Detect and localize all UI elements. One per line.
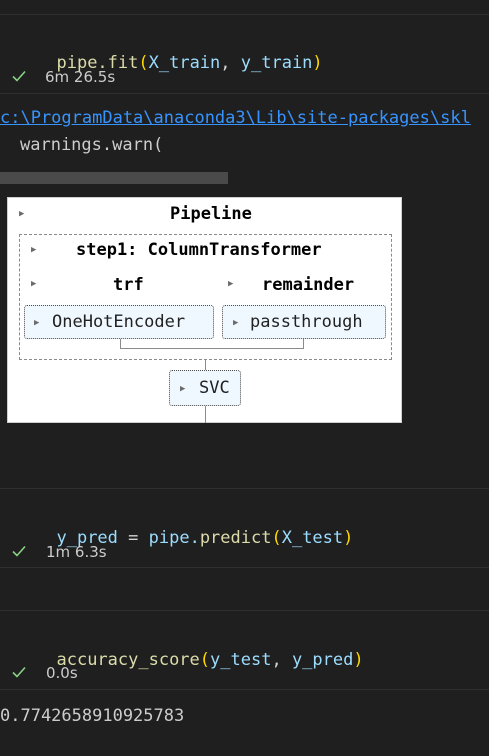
cell-separator — [0, 14, 489, 15]
expand-arrow-icon: ▶ — [233, 318, 239, 328]
check-icon — [12, 70, 26, 82]
expand-arrow-icon[interactable]: ▶ — [19, 209, 24, 219]
warning-call: warnings.warn( — [20, 135, 164, 155]
execution-time: 0.0s — [46, 664, 78, 682]
expand-arrow-icon[interactable]: ▶ — [228, 279, 233, 289]
passthrough-estimator[interactable]: ▶ passthrough — [222, 305, 386, 339]
expand-arrow-icon[interactable]: ▶ — [31, 279, 36, 289]
code-cell-accuracy[interactable]: accuracy_score(y_test, y_pred) — [36, 630, 363, 670]
execution-time: 6m 26.5s — [45, 68, 116, 86]
code-cell-predict[interactable]: y_pred = pipe.predict(X_test) — [36, 508, 353, 548]
trf-label[interactable]: trf — [113, 275, 144, 295]
pipeline-diagram: ▶ Pipeline ▶ step1: ColumnTransformer ▶ … — [7, 197, 402, 423]
warning-path-link[interactable]: c:\ProgramData\anaconda3\Lib\site-packag… — [0, 108, 471, 128]
accuracy-result: 0.7742658910925783 — [0, 706, 185, 726]
code-cell-fit[interactable]: pipe.fit(X_train, y_train) — [36, 33, 322, 73]
cell-separator — [0, 567, 489, 568]
pipeline-title[interactable]: Pipeline — [170, 204, 252, 224]
column-transformer-box: ▶ step1: ColumnTransformer ▶ trf ▶ remai… — [19, 234, 392, 360]
expand-arrow-icon: ▶ — [180, 384, 186, 394]
check-icon — [12, 666, 26, 678]
connector-line — [120, 348, 304, 349]
cell-separator — [0, 488, 489, 489]
expand-arrow-icon[interactable]: ▶ — [31, 245, 36, 255]
connector-line — [205, 406, 206, 423]
output-progress-bar — [0, 172, 228, 184]
svc-estimator[interactable]: ▶ SVC — [169, 370, 241, 406]
remainder-label[interactable]: remainder — [262, 275, 354, 295]
execution-time: 1m 6.3s — [46, 543, 107, 561]
cell-separator — [0, 689, 489, 690]
check-icon — [12, 545, 26, 557]
connector-line — [205, 360, 206, 370]
onehotencoder-estimator[interactable]: ▶ OneHotEncoder — [24, 305, 214, 339]
cell-separator — [0, 610, 489, 611]
step1-label[interactable]: step1: ColumnTransformer — [76, 240, 322, 260]
expand-arrow-icon: ▶ — [34, 318, 40, 328]
cell-separator — [0, 93, 489, 94]
